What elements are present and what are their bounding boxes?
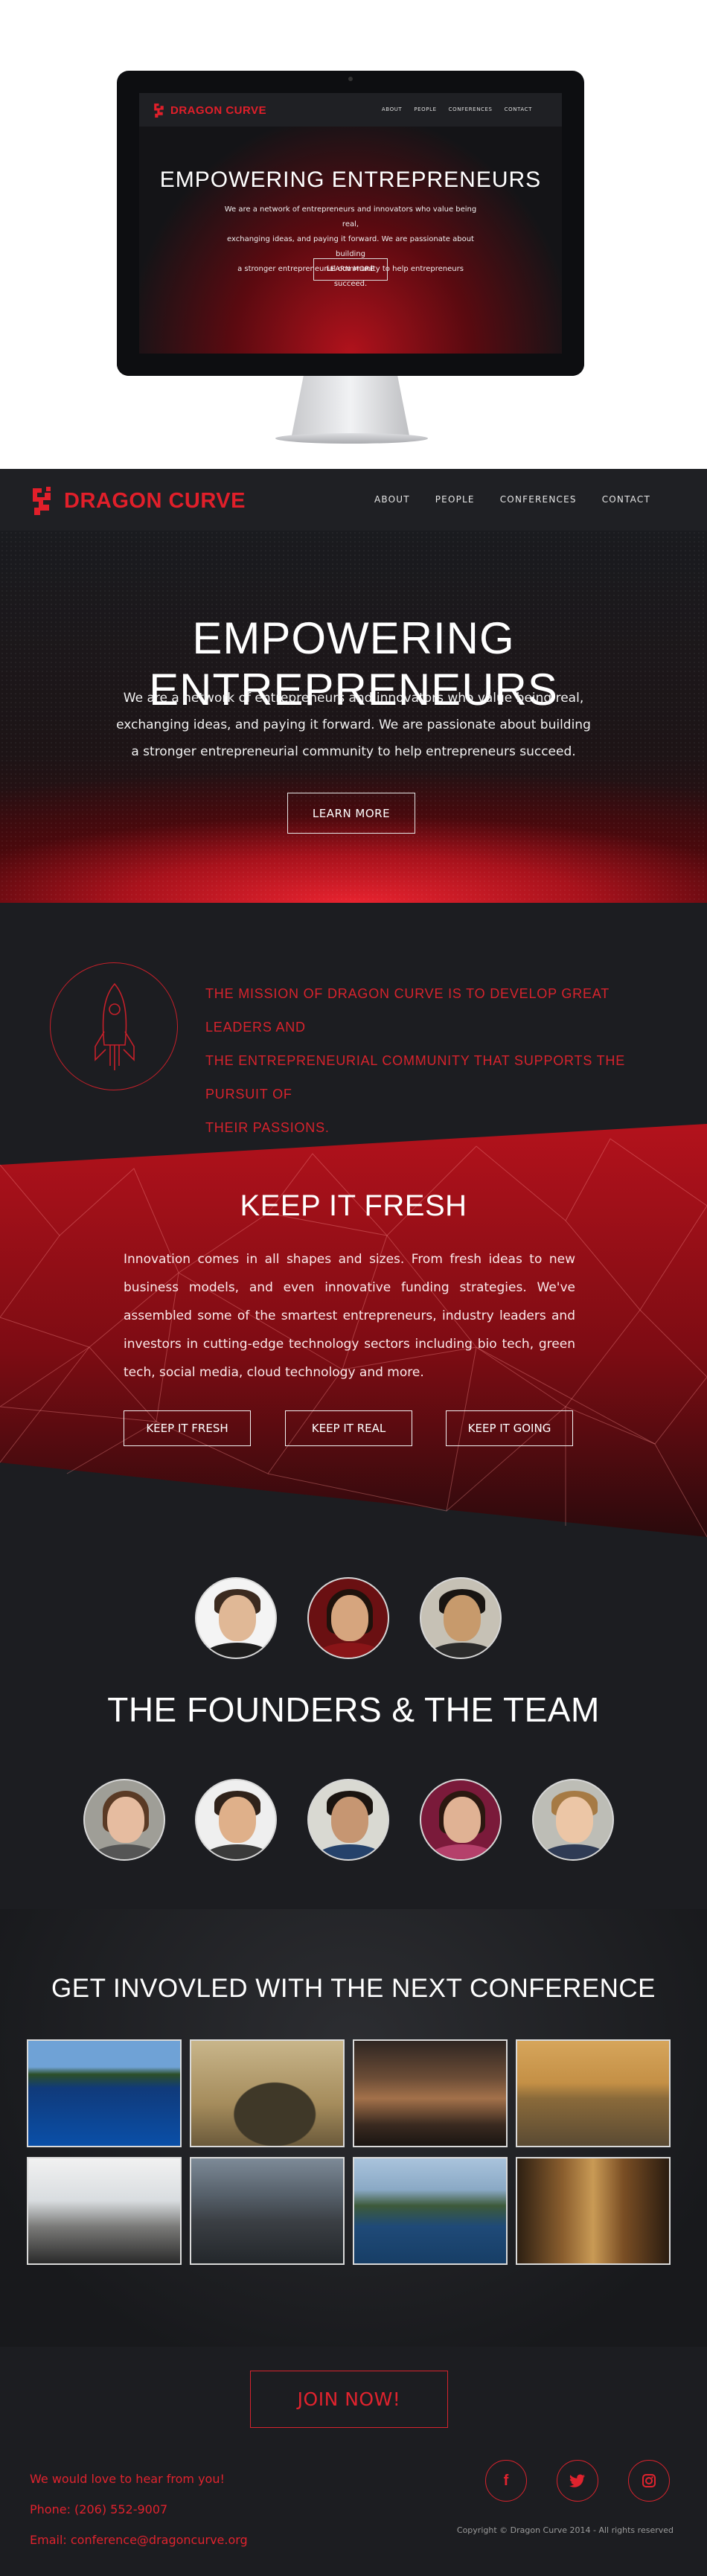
monitor: DRAGON CURVE ABOUT PEOPLE CONFERENCES CO… xyxy=(117,71,584,376)
avatar-face xyxy=(331,1595,368,1641)
monitor-stand xyxy=(292,376,409,435)
learn-more-button[interactable]: LEARN MORE xyxy=(287,793,415,834)
footer: JOIN NOW! We would love to hear from you… xyxy=(0,2347,707,2576)
conference-photo-haystack-rock[interactable] xyxy=(190,2039,345,2147)
keep-it-real-button[interactable]: KEEP IT REAL xyxy=(285,1410,412,1446)
mockup-hero-title: EMPOWERING ENTREPRENEURS xyxy=(159,167,542,192)
hero-line: exchanging ideas, and paying it forward.… xyxy=(116,717,591,732)
founder-avatar[interactable] xyxy=(420,1577,502,1659)
avatar-shirt xyxy=(91,1844,161,1859)
contact-email[interactable]: Email: conference@dragoncurve.org xyxy=(30,2525,248,2555)
dragon-logo-icon xyxy=(33,487,51,515)
team-member-avatar[interactable] xyxy=(532,1779,614,1861)
avatar-face xyxy=(331,1797,368,1843)
team-member-avatar[interactable] xyxy=(195,1779,277,1861)
monitor-screen: DRAGON CURVE ABOUT PEOPLE CONFERENCES CO… xyxy=(139,93,562,354)
mockup-nav-people: PEOPLE xyxy=(414,106,437,112)
monitor-chin xyxy=(117,355,584,376)
team-title: THE FOUNDERS & THE TEAM xyxy=(107,1690,600,1729)
founder-avatar[interactable] xyxy=(307,1577,389,1659)
fresh-body: Innovation comes in all shapes and sizes… xyxy=(124,1252,575,1380)
avatar-face xyxy=(219,1797,256,1843)
hero-line: We are a network of entrepreneurs and in… xyxy=(123,691,584,706)
mockup-brand: DRAGON CURVE xyxy=(170,103,267,117)
copyright: Copyright © Dragon Curve 2014 - All righ… xyxy=(456,2525,674,2535)
avatar-face xyxy=(107,1797,144,1843)
mockup-learn-more-button: LEARN MORE xyxy=(313,258,388,281)
nav-menu: ABOUT PEOPLE CONFERENCES CONTACT xyxy=(374,494,650,505)
main-nav: DRAGON CURVE ABOUT PEOPLE CONFERENCES CO… xyxy=(0,469,707,531)
nav-contact[interactable]: CONTACT xyxy=(602,494,650,505)
team-section: THE FOUNDERS & THE TEAM xyxy=(0,1537,707,1909)
rocket-badge xyxy=(50,962,178,1090)
mockup-hero-line: We are a network of entrepreneurs and in… xyxy=(224,205,477,228)
dragon-logo-icon xyxy=(154,103,164,118)
keep-it-fresh-button[interactable]: KEEP IT FRESH xyxy=(124,1410,251,1446)
twitter-icon[interactable] xyxy=(557,2460,598,2502)
mockup-nav-conferences: CONFERENCES xyxy=(448,106,493,112)
team-member-avatar[interactable] xyxy=(307,1779,389,1861)
facebook-icon[interactable]: f xyxy=(485,2460,527,2502)
conference-photo-wine-cellar[interactable] xyxy=(516,2157,671,2265)
nav-people[interactable]: PEOPLE xyxy=(435,494,475,505)
conference-title: GET INVOVLED WITH THE NEXT CONFERENCE xyxy=(51,1974,656,2003)
avatar-shirt xyxy=(540,1844,610,1859)
camera-glyph xyxy=(642,2474,656,2487)
page: DRAGON CURVE ABOUT PEOPLE CONFERENCES CO… xyxy=(0,0,707,2576)
avatar-face xyxy=(556,1797,593,1843)
twitter-bird-glyph xyxy=(569,2474,585,2487)
mockup-nav-contact: CONTACT xyxy=(504,106,532,112)
mockup-hero: EMPOWERING ENTREPRENEURS We are a networ… xyxy=(139,127,562,354)
founder-avatar[interactable] xyxy=(195,1577,277,1659)
contact-info: We would love to hear from you! Phone: (… xyxy=(30,2464,248,2555)
instagram-icon[interactable] xyxy=(628,2460,670,2502)
mockup-menu: ABOUT PEOPLE CONFERENCES CONTACT xyxy=(382,106,532,112)
contact-phone[interactable]: Phone: (206) 552-9007 xyxy=(30,2494,248,2525)
avatar-face xyxy=(219,1595,256,1641)
monitor-base xyxy=(275,433,428,444)
avatar-shirt xyxy=(202,1643,272,1658)
mission-line: THE ENTREPRENEURIAL COMMUNITY THAT SUPPO… xyxy=(205,1053,626,1102)
avatar-shirt xyxy=(202,1844,272,1859)
mockup-nav-about: ABOUT xyxy=(381,106,403,112)
brand-name: DRAGON CURVE xyxy=(64,488,246,513)
mockup-nav: DRAGON CURVE ABOUT PEOPLE CONFERENCES CO… xyxy=(139,93,562,127)
contact-greeting: We would love to hear from you! xyxy=(30,2472,225,2486)
device-mockup: DRAGON CURVE ABOUT PEOPLE CONFERENCES CO… xyxy=(0,0,707,469)
mission-statement: THE MISSION OF DRAGON CURVE IS TO DEVELO… xyxy=(205,977,652,1145)
hero-section: EMPOWERING ENTREPRENEURS We are a networ… xyxy=(0,531,707,903)
join-now-button[interactable]: JOIN NOW! xyxy=(250,2371,448,2428)
site-logo[interactable]: DRAGON CURVE xyxy=(30,485,246,517)
avatar-shirt xyxy=(315,1844,385,1859)
camera-dot xyxy=(348,77,353,81)
conference-photo-meeting-room[interactable] xyxy=(27,2157,182,2265)
conference-photo-sunset-beach[interactable] xyxy=(516,2039,671,2147)
conference-section: GET INVOVLED WITH THE NEXT CONFERENCE xyxy=(0,1909,707,2347)
nav-about[interactable]: ABOUT xyxy=(374,494,410,505)
avatar-face xyxy=(444,1797,481,1843)
mockup-hero-line: exchanging ideas, and paying it forward.… xyxy=(227,235,474,258)
mockup-logo: DRAGON CURVE xyxy=(153,102,266,118)
fresh-section: KEEP IT FRESH Innovation comes in all sh… xyxy=(0,1124,707,1537)
avatar-shirt xyxy=(315,1643,385,1658)
nav-conferences[interactable]: CONFERENCES xyxy=(500,494,577,505)
avatar-face xyxy=(444,1595,481,1641)
keep-it-going-button[interactable]: KEEP IT GOING xyxy=(446,1410,573,1446)
conference-photo-lake-view[interactable] xyxy=(353,2157,508,2265)
hero-line: a stronger entrepreneurial community to … xyxy=(131,744,576,759)
conference-photo-winery-bar[interactable] xyxy=(353,2039,508,2147)
avatar-shirt xyxy=(427,1844,497,1859)
conference-photo-crater-lake[interactable] xyxy=(27,2039,182,2147)
conference-photo-resort[interactable] xyxy=(190,2157,345,2265)
fresh-title: KEEP IT FRESH xyxy=(240,1189,467,1222)
rocket-icon xyxy=(95,982,135,1070)
team-member-avatar[interactable] xyxy=(420,1779,502,1861)
avatar-shirt xyxy=(427,1643,497,1658)
mission-line: THE MISSION OF DRAGON CURVE IS TO DEVELO… xyxy=(205,986,610,1035)
team-member-avatar[interactable] xyxy=(83,1779,165,1861)
mission-section: THE MISSION OF DRAGON CURVE IS TO DEVELO… xyxy=(0,903,707,1135)
hero-text: We are a network of entrepreneurs and in… xyxy=(104,685,603,765)
